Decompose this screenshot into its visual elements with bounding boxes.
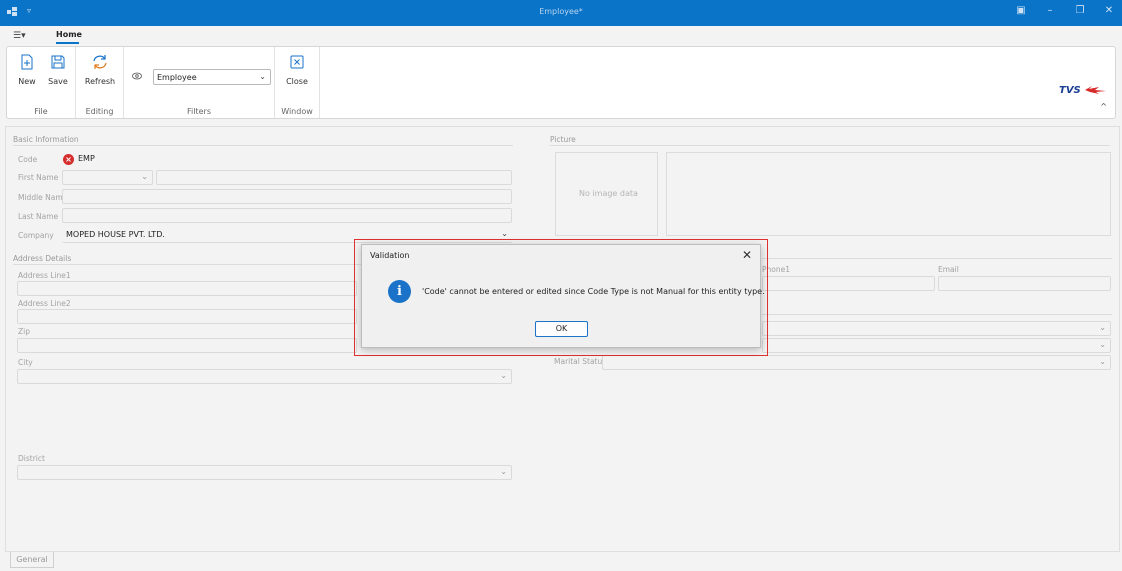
close-window-icon[interactable]: ✕ xyxy=(1102,5,1116,16)
validation-dialog: Validation ✕ i 'Code' cannot be entered … xyxy=(361,244,765,348)
new-button[interactable]: New xyxy=(15,53,39,86)
window-layout-icon[interactable]: ▣ xyxy=(1014,5,1028,16)
group-label-editing: Editing xyxy=(85,107,114,116)
label-first-name: First Name xyxy=(18,173,59,182)
label-email: Email xyxy=(938,265,959,274)
ok-button[interactable]: OK xyxy=(535,321,588,337)
middle-name-input[interactable] xyxy=(62,189,512,204)
ribbon-group-file: New Save File xyxy=(7,47,76,118)
zip-input[interactable] xyxy=(17,338,357,353)
tvs-logo-text: TVS xyxy=(1059,85,1081,95)
section-divider xyxy=(550,145,1110,146)
label-address-line2: Address Line2 xyxy=(18,299,71,308)
label-middle-name: Middle Name xyxy=(18,193,68,202)
label-company: Company xyxy=(18,231,54,240)
refresh-button-label: Refresh xyxy=(84,77,116,86)
picture-notes-box[interactable] xyxy=(666,152,1111,236)
filter-select-value: Employee xyxy=(157,73,197,82)
label-district: District xyxy=(18,454,45,463)
label-city: City xyxy=(18,358,33,367)
save-button[interactable]: Save xyxy=(46,53,70,86)
restore-icon[interactable]: ❐ xyxy=(1073,5,1087,16)
label-code: Code xyxy=(18,155,38,164)
refresh-button[interactable]: Refresh xyxy=(82,53,118,86)
window-title: Employee* xyxy=(539,7,583,16)
address-line2-input[interactable] xyxy=(17,309,357,324)
first-name-input[interactable] xyxy=(156,170,512,185)
ribbon-tab-row: ☰▾ Home xyxy=(0,26,1122,46)
ribbon-group-window: Close Window xyxy=(275,47,320,118)
new-button-label: New xyxy=(18,77,36,86)
personal-select-2[interactable]: ⌄ xyxy=(762,338,1111,353)
section-divider xyxy=(762,258,1112,259)
close-form-icon xyxy=(290,55,304,69)
eye-icon xyxy=(132,72,142,80)
marital-status-select[interactable]: ⌄ xyxy=(602,355,1111,370)
chevron-down-icon: ⌄ xyxy=(501,229,508,238)
app-menu-icon[interactable]: ☰▾ xyxy=(13,31,26,41)
city-select[interactable]: ⌄ xyxy=(17,369,512,384)
tvs-logo: TVS xyxy=(1059,85,1106,95)
group-label-window: Window xyxy=(281,107,313,116)
new-document-icon xyxy=(21,54,33,70)
no-image-text: No image data xyxy=(579,189,638,198)
email-input[interactable] xyxy=(938,276,1111,291)
dialog-close-icon[interactable]: ✕ xyxy=(742,248,752,262)
group-label-file: File xyxy=(34,107,48,116)
section-basic-information: Basic Information xyxy=(13,135,79,144)
close-button[interactable]: Close xyxy=(283,53,311,86)
label-zip: Zip xyxy=(18,327,30,336)
minimize-icon[interactable]: – xyxy=(1043,5,1057,16)
collapse-ribbon-icon[interactable]: ^ xyxy=(1100,102,1107,111)
chevron-down-icon: ⌄ xyxy=(1099,357,1106,366)
close-button-label: Close xyxy=(286,77,308,86)
chevron-down-icon: ⌄ xyxy=(141,172,148,181)
title-bar: ▿ Employee* ▣ – ❐ ✕ xyxy=(0,0,1122,26)
section-divider xyxy=(762,314,1112,315)
section-address-details: Address Details xyxy=(13,254,72,263)
info-icon: i xyxy=(388,280,411,303)
chevron-down-icon: ⌄ xyxy=(500,371,507,380)
ribbon-group-editing: Refresh Editing xyxy=(76,47,124,118)
label-address-line1: Address Line1 xyxy=(18,271,71,280)
chevron-down-icon: ⌄ xyxy=(1099,323,1106,332)
tab-general[interactable]: General xyxy=(10,552,54,568)
dialog-title: Validation xyxy=(370,251,410,260)
last-name-input[interactable] xyxy=(62,208,512,223)
code-value: EMP xyxy=(78,154,95,163)
label-marital-status: Marital Status xyxy=(554,357,607,366)
label-last-name: Last Name xyxy=(18,212,59,221)
district-select[interactable]: ⌄ xyxy=(17,465,512,480)
tab-home-underline xyxy=(56,42,79,44)
group-label-filters: Filters xyxy=(187,107,211,116)
address-line1-input[interactable] xyxy=(17,281,357,296)
section-divider xyxy=(13,145,513,146)
personal-select-1[interactable]: ⌄ xyxy=(762,321,1111,336)
error-icon: × xyxy=(63,154,74,165)
refresh-icon xyxy=(93,55,107,69)
company-value: MOPED HOUSE PVT. LTD. xyxy=(66,230,165,239)
dialog-message: 'Code' cannot be entered or edited since… xyxy=(422,287,765,296)
title-select[interactable]: ⌄ xyxy=(62,170,153,185)
tab-home[interactable]: Home xyxy=(56,30,82,39)
phone-input[interactable] xyxy=(762,276,935,291)
filter-select[interactable]: Employee ⌄ xyxy=(153,69,271,85)
chevron-down-icon: ⌄ xyxy=(1099,340,1106,349)
chevron-down-icon: ⌄ xyxy=(500,467,507,476)
chevron-down-icon: ⌄ xyxy=(259,72,266,81)
save-icon xyxy=(51,55,65,69)
save-button-label: Save xyxy=(48,77,68,86)
section-picture: Picture xyxy=(550,135,576,144)
ribbon: New Save File Refresh Editing Filters Em… xyxy=(6,46,1116,119)
code-field[interactable]: EMP xyxy=(62,152,512,167)
